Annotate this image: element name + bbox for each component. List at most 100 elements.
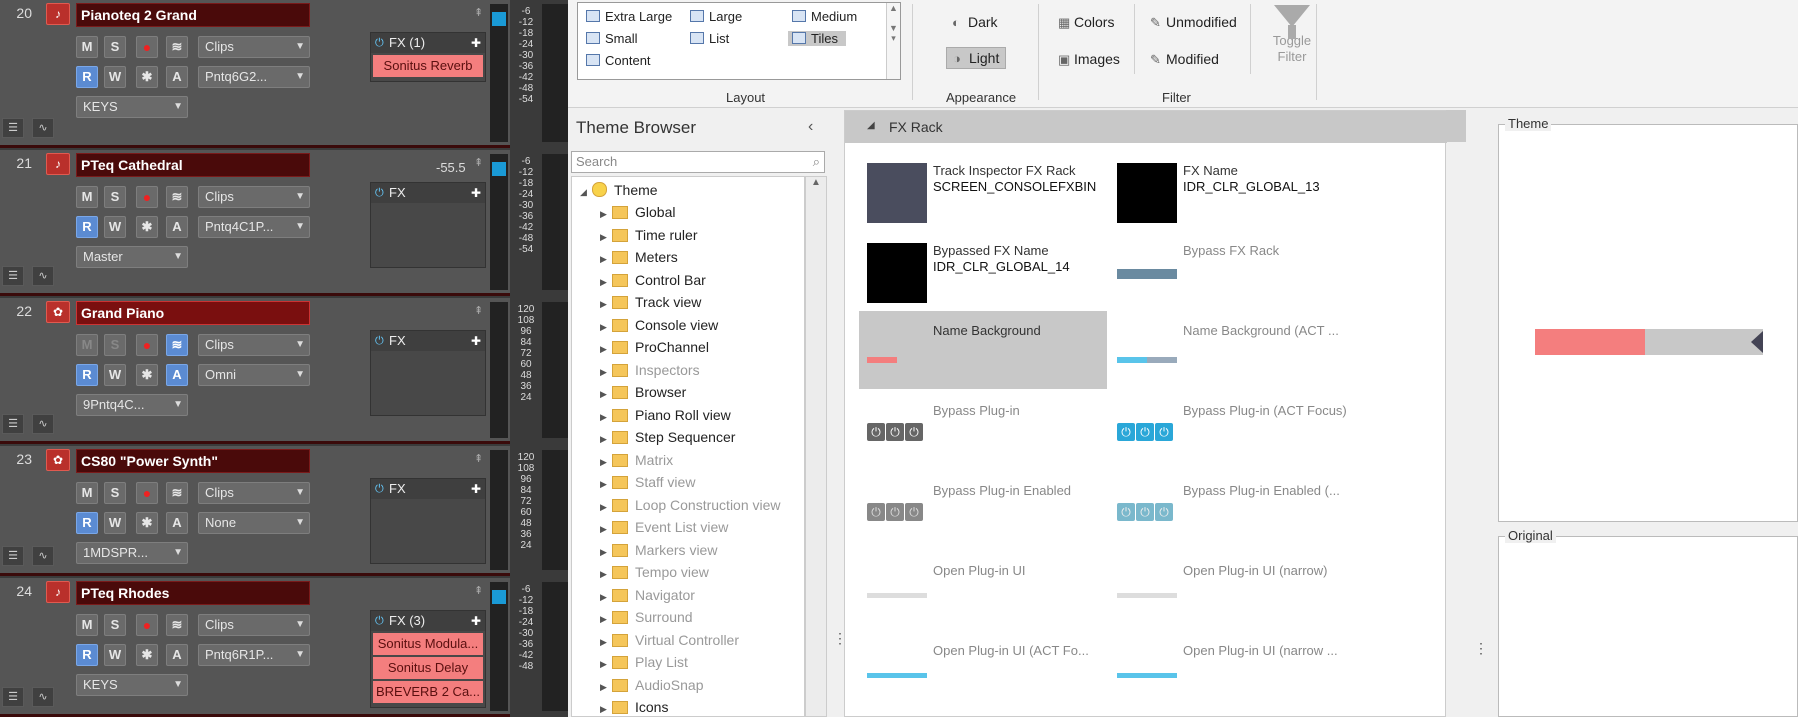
theme-element-tile[interactable]: Open Plug-in UI [859,551,1107,629]
freeze-icon[interactable]: ✱ [136,364,158,386]
freeze-icon[interactable]: ✱ [136,644,158,666]
archive-button[interactable]: A [166,512,188,534]
expand-triangle-icon[interactable]: ▶ [600,541,612,563]
archive-button[interactable]: A [166,644,188,666]
tree-item[interactable]: ▶ Time ruler [600,224,698,246]
tree-item[interactable]: ▶ Play List [600,651,688,673]
expand-triangle-icon[interactable]: ▶ [600,518,612,540]
record-arm-icon[interactable]: ● [136,482,158,504]
tree-item[interactable]: ▶ Inspectors [600,359,700,381]
tree-item[interactable]: ▶ Icons [600,696,668,716]
fx-rack-header[interactable]: ⏻ FX ✚ [371,479,485,499]
tree-item[interactable]: ▶ AudioSnap [600,674,704,696]
tree-item[interactable]: ▶ Meters [600,246,678,268]
tree-item[interactable]: ▶ Global [600,201,675,223]
fx-plugin-item[interactable]: Sonitus Delay [373,657,483,679]
layout-tiles[interactable]: Tiles [788,31,846,46]
write-automation-button[interactable]: W [104,644,126,666]
collapse-icon[interactable]: ⇞ [474,6,483,19]
synth-icon[interactable]: ✿ [46,301,70,323]
add-fx-icon[interactable]: ✚ [471,611,481,631]
filter-colors-button[interactable]: ▦ Colors [1052,12,1120,33]
tree-item[interactable]: ▶ Matrix [600,449,673,471]
power-icon[interactable]: ⏻ [375,331,384,351]
layout-scrollbar[interactable]: ▲ ▼ ▾ [886,3,900,79]
expand-triangle-icon[interactable]: ▶ [600,338,612,360]
track-name-field[interactable]: Grand Piano [76,301,310,325]
power-icon[interactable]: ⏻ [375,479,384,499]
automation-lane-icon[interactable]: ∿ [32,546,54,566]
filter-unmodified-button[interactable]: ✎ Unmodified [1144,12,1243,33]
instrument-icon[interactable]: ♪ [46,3,70,25]
instrument-icon[interactable]: ♪ [46,581,70,603]
input-dropdown[interactable]: Pntq6R1P... ▼ [198,644,310,666]
fx-rack-header[interactable]: ◢ FX Rack [845,111,1447,143]
theme-element-tile[interactable]: Bypassed FX Name IDR_CLR_GLOBAL_14 [859,231,1107,309]
tree-root-theme[interactable]: ◢ Theme [580,179,658,201]
track-settings-icon[interactable]: ☰ [2,118,24,138]
power-icon[interactable]: ⏻ [375,33,384,53]
clips-dropdown[interactable]: Clips ▼ [198,186,310,208]
tree-item[interactable]: ▶ Step Sequencer [600,426,735,448]
theme-element-tile[interactable]: Open Plug-in UI (narrow) [1109,551,1357,629]
fx-rack-header[interactable]: ⏻ FX ✚ [371,331,485,351]
toggle-filter-button[interactable]: Toggle Filter [1262,5,1322,65]
expand-triangle-icon[interactable]: ▶ [600,293,612,315]
track-settings-icon[interactable]: ☰ [2,546,24,566]
write-automation-button[interactable]: W [104,512,126,534]
scroll-up-icon[interactable]: ▲ [806,177,826,195]
expand-triangle-icon[interactable]: ▶ [600,406,612,428]
layout-large[interactable]: Large [690,9,742,24]
mute-button[interactable]: M [76,36,98,58]
tree-item[interactable]: ▶ Console view [600,314,718,336]
fx-plugin-item[interactable]: BREVERB 2 Ca... [373,681,483,703]
add-fx-icon[interactable]: ✚ [471,479,481,499]
clips-dropdown[interactable]: Clips ▼ [198,36,310,58]
layout-content[interactable]: Content [586,53,651,68]
input-dropdown[interactable]: None ▼ [198,512,310,534]
theme-element-tile[interactable]: ⏻ ⏻ ⏻ Bypass Plug-in Enabled [859,471,1107,549]
theme-element-tile[interactable]: Name Background [859,311,1107,389]
track-name-field[interactable]: PTeq Rhodes [76,581,310,605]
expand-triangle-icon[interactable]: ▶ [600,676,612,698]
read-automation-button[interactable]: R [76,512,98,534]
tree-item[interactable]: ▶ Loop Construction view [600,494,781,516]
input-dropdown[interactable]: Pntq6G2... ▼ [198,66,310,88]
solo-button[interactable]: S [104,36,126,58]
fx-rack[interactable]: ⏻ FX ✚ [370,478,486,564]
expand-triangle-icon[interactable]: ▶ [600,203,612,225]
fx-rack[interactable]: ⏻ FX (1) ✚ Sonitus Reverb [370,32,486,82]
filter-images-button[interactable]: ▣ Images [1052,49,1126,70]
appearance-dark-button[interactable]: ◐ Dark [946,12,1004,32]
input-echo-icon[interactable]: ≋ [166,482,188,504]
tree-item[interactable]: ▶ Piano Roll view [600,404,731,426]
clips-dropdown[interactable]: Clips ▼ [198,614,310,636]
appearance-light-button[interactable]: ◑ Light [946,47,1007,69]
expand-triangle-icon[interactable]: ▶ [600,563,612,585]
tree-item[interactable]: ▶ Tempo view [600,561,709,583]
read-automation-button[interactable]: R [76,644,98,666]
archive-button[interactable]: A [166,216,188,238]
track-name-field[interactable]: CS80 "Power Synth" [76,449,310,473]
input-echo-icon[interactable]: ≋ [166,186,188,208]
tree-item[interactable]: ▶ Surround [600,606,693,628]
theme-element-tile[interactable]: Bypass FX Rack [1109,231,1357,309]
track-strip[interactable]: 23 ✿ CS80 "Power Synth" ⇞ M S ● ≋ Clips ▼… [0,446,568,576]
tree-item[interactable]: ▶ Markers view [600,539,717,561]
record-arm-icon[interactable]: ● [136,36,158,58]
input-echo-icon[interactable]: ≋ [166,36,188,58]
fx-rack-header[interactable]: ⏻ FX (3) ✚ [371,611,485,631]
read-automation-button[interactable]: R [76,364,98,386]
expand-triangle-icon[interactable]: ▶ [600,361,612,383]
mute-button[interactable]: M [76,334,98,356]
solo-button[interactable]: S [104,186,126,208]
collapse-icon[interactable]: ⇞ [474,156,483,169]
mute-button[interactable]: M [76,614,98,636]
automation-lane-icon[interactable]: ∿ [32,687,54,707]
fx-plugin-item[interactable]: Sonitus Modula... [373,633,483,655]
tree-item[interactable]: ▶ Browser [600,381,686,403]
write-automation-button[interactable]: W [104,216,126,238]
tree-item[interactable]: ▶ Event List view [600,516,728,538]
clips-dropdown[interactable]: Clips ▼ [198,334,310,356]
expand-triangle-icon[interactable]: ▶ [600,608,612,630]
